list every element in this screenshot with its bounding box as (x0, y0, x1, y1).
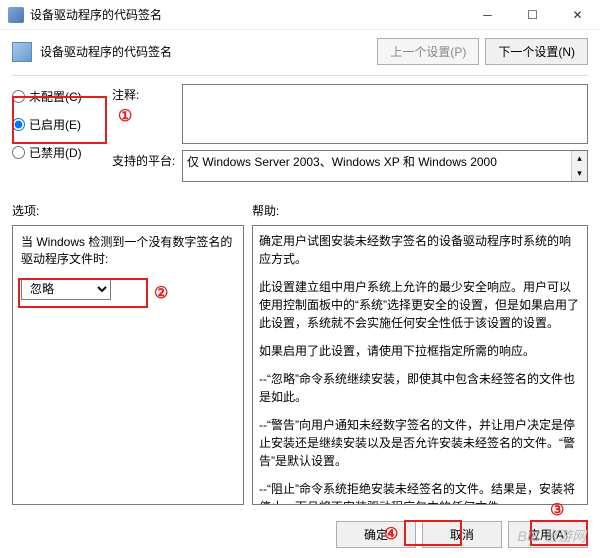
help-text: --“警告”向用户通知未经数字签名的文件，并让用户决定是停止安装还是继续安装以及… (259, 416, 581, 470)
action-dropdown-wrap: 忽略 (21, 278, 235, 300)
titlebar-title: 设备驱动程序的代码签名 (30, 6, 465, 23)
help-label: 帮助: (252, 202, 588, 219)
next-setting-button[interactable]: 下一个设置(N) (485, 38, 588, 65)
scroll-up-icon[interactable]: ▴ (571, 151, 587, 166)
footer-buttons: 确定 取消 应用(A) (336, 521, 588, 548)
divider (12, 75, 588, 76)
comment-label: 注释: (112, 84, 182, 103)
radio-disabled-label: 已禁用(D) (29, 144, 82, 161)
platform-value: 仅 Windows Server 2003、Windows XP 和 Windo… (187, 153, 583, 170)
radio-column: 未配置(C) 已启用(E) 已禁用(D) (12, 84, 102, 188)
help-text: 此设置建立组中用户系统上允许的最少安全响应。用户可以使用控制面板中的“系统”选择… (259, 278, 581, 332)
window-controls: ─ ☐ ✕ (465, 0, 600, 30)
radio-enabled-label: 已启用(E) (29, 116, 81, 133)
section-labels: 选项: 帮助: (12, 202, 588, 219)
titlebar: 设备驱动程序的代码签名 ─ ☐ ✕ (0, 0, 600, 30)
ok-button[interactable]: 确定 (336, 521, 416, 548)
platform-label: 支持的平台: (112, 150, 182, 169)
maximize-button[interactable]: ☐ (510, 0, 555, 30)
platform-box: 仅 Windows Server 2003、Windows XP 和 Windo… (182, 150, 588, 182)
minimize-button[interactable]: ─ (465, 0, 510, 30)
header: 设备驱动程序的代码签名 上一个设置(P) 下一个设置(N) (12, 38, 588, 65)
radio-not-configured-label: 未配置(C) (29, 88, 82, 105)
policy-icon (12, 42, 32, 62)
help-panel: 确定用户试图安装未经数字签名的设备驱动程序时系统的响应方式。 此设置建立组中用户… (252, 225, 588, 505)
help-text: --“忽略”命令系统继续安装，即使其中包含未经签名的文件也是如此。 (259, 370, 581, 406)
action-dropdown[interactable]: 忽略 (21, 278, 111, 300)
radio-enabled[interactable]: 已启用(E) (12, 112, 102, 136)
radio-disabled-input[interactable] (12, 146, 25, 159)
radio-not-configured-input[interactable] (12, 90, 25, 103)
options-panel: 当 Windows 检测到一个没有数字签名的驱动程序文件时: 忽略 (12, 225, 244, 505)
config-area: 未配置(C) 已启用(E) 已禁用(D) 注释: 支持的平台: 仅 Window… (12, 84, 588, 188)
lower-panels: 当 Windows 检测到一个没有数字签名的驱动程序文件时: 忽略 确定用户试图… (12, 225, 588, 505)
cancel-button[interactable]: 取消 (422, 521, 502, 548)
options-prompt: 当 Windows 检测到一个没有数字签名的驱动程序文件时: (21, 234, 235, 268)
scroll-down-icon[interactable]: ▾ (571, 166, 587, 181)
help-text: 如果启用了此设置，请使用下拉框指定所需的响应。 (259, 342, 581, 360)
radio-enabled-input[interactable] (12, 118, 25, 131)
close-button[interactable]: ✕ (555, 0, 600, 30)
help-text: 确定用户试图安装未经数字签名的设备驱动程序时系统的响应方式。 (259, 232, 581, 268)
comment-input[interactable] (182, 84, 588, 144)
radio-disabled[interactable]: 已禁用(D) (12, 140, 102, 164)
apply-button[interactable]: 应用(A) (508, 521, 588, 548)
app-icon (8, 7, 24, 23)
radio-not-configured[interactable]: 未配置(C) (12, 84, 102, 108)
page-title: 设备驱动程序的代码签名 (40, 43, 377, 60)
prev-setting-button[interactable]: 上一个设置(P) (377, 38, 479, 65)
help-text: --“阻止”命令系统拒绝安装未经签名的文件。结果是，安装将停止，而且将不安装驱动… (259, 480, 581, 505)
options-label: 选项: (12, 202, 252, 219)
